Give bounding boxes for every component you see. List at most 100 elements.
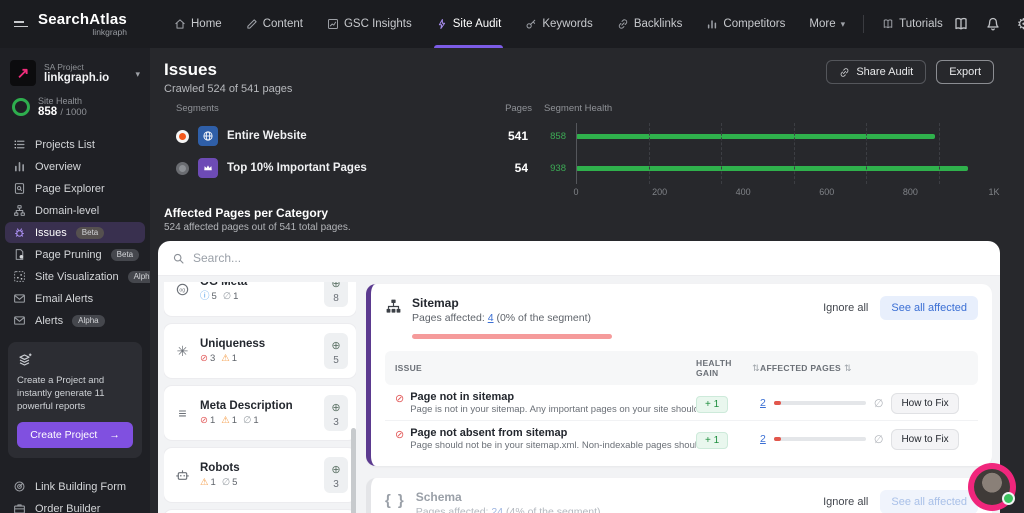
hidden-eye-icon (223, 292, 231, 302)
book-icon (883, 19, 893, 29)
project-name: linkgraph.io (44, 72, 110, 84)
see-all-affected-button[interactable]: See all affected (880, 296, 978, 320)
how-to-fix-button[interactable]: How to Fix (891, 428, 959, 450)
radio-unselected[interactable] (176, 161, 189, 175)
category-card-og-meta[interactable]: og OG Meta 5 1 8 (164, 282, 356, 316)
category-card-meta-description[interactable]: ≡ Meta Description 1 1 1 3 (164, 386, 356, 440)
health-bar (576, 165, 969, 171)
export-button[interactable]: Export (936, 60, 994, 84)
hidden-eye-icon (222, 478, 230, 488)
sort-icon[interactable] (844, 363, 852, 374)
nav-keywords[interactable]: Keywords (515, 0, 603, 48)
briefcase-icon (14, 504, 25, 513)
health-gain-badge: + 1 (696, 431, 729, 449)
sidebar-item-alerts[interactable]: Alerts Alpha (5, 310, 145, 331)
brand-area: SearchAtlas linkgraph (0, 11, 150, 37)
key-icon (526, 19, 536, 29)
nav-backlinks[interactable]: Backlinks (607, 0, 693, 48)
blocked-icon (395, 428, 404, 451)
ignore-all-button[interactable]: Ignore all (823, 302, 868, 314)
sidebar-item-overview[interactable]: Overview (5, 156, 145, 177)
nav-more[interactable]: More (799, 0, 855, 48)
hamburger-menu-icon[interactable] (14, 21, 28, 27)
nav-tutorials[interactable]: Tutorials (872, 0, 953, 48)
arrow-right-icon: → (109, 429, 120, 442)
link-icon (618, 19, 627, 29)
segment-row-top-10-percent[interactable]: Top 10% Important Pages (176, 152, 476, 184)
info-icon (200, 292, 210, 302)
project-label: SA Project (44, 62, 84, 72)
sort-icon[interactable] (752, 363, 760, 374)
sidebar-item-email-alerts[interactable]: Email Alerts (5, 288, 145, 309)
nav-competitors[interactable]: Competitors (696, 0, 795, 48)
segment-row-entire-website[interactable]: Entire Website (176, 120, 476, 152)
brand-logo[interactable]: SearchAtlas linkgraph (38, 11, 127, 37)
ignore-all-button[interactable]: Ignore all (823, 496, 868, 508)
hide-issue-icon[interactable] (874, 397, 884, 410)
how-to-fix-button[interactable]: How to Fix (891, 392, 959, 414)
category-count-badge[interactable]: 3 (324, 457, 348, 493)
segment-pages-value: 54 (514, 161, 528, 175)
page-prune-icon (15, 249, 24, 260)
sidebar-item-page-explorer[interactable]: Page Explorer (5, 178, 145, 199)
list-icon (14, 140, 25, 149)
nav-content[interactable]: Content (236, 0, 313, 48)
issue-row-page-not-absent-from-sitemap: Page not absent from sitemap Page should… (385, 421, 978, 456)
brand-name: SearchAtlas (38, 11, 127, 28)
sidebar-menu: Projects List Overview Page Explorer Dom… (0, 134, 150, 332)
expand-plus-icon (331, 398, 340, 416)
sidebar-item-projects-list[interactable]: Projects List (5, 134, 145, 155)
layers-plus-icon (19, 353, 32, 366)
beta-badge: Beta (75, 226, 105, 239)
sidebar-item-link-building-form[interactable]: Link Building Form (5, 476, 145, 497)
blocked-icon (200, 416, 208, 426)
create-project-button[interactable]: Create Project → (17, 422, 133, 449)
category-scrollbar[interactable] (351, 428, 356, 513)
settings-gear-icon[interactable]: ⚙ (1017, 17, 1024, 32)
sidebar-item-domain-level[interactable]: Domain-level (5, 200, 145, 221)
site-health-ring-icon (12, 98, 30, 116)
category-card-robots[interactable]: Robots 1 5 3 (164, 448, 356, 502)
sidebar: ↗ SA Project linkgraph.io Site Health 85… (0, 48, 150, 513)
sidebar-item-site-visualization[interactable]: Site Visualization Alpha (5, 266, 150, 287)
search-input[interactable] (193, 251, 986, 265)
bug-icon (15, 228, 24, 237)
site-health-value: 858 (38, 106, 58, 118)
sidebar-footer-menu: Link Building Form Order Builder $ Prici… (0, 476, 150, 513)
alpha-badge: Alpha (72, 314, 105, 327)
uniqueness-icon: ✳ (176, 343, 189, 359)
nav-gsc-insights[interactable]: GSC Insights (317, 0, 422, 48)
create-project-promo: Create a Project and instantly generate … (8, 342, 142, 459)
sidebar-item-issues[interactable]: Issues Beta (5, 222, 145, 243)
sitemap-issue-card: Sitemap Pages affected: 4 (0% of the seg… (366, 284, 992, 467)
category-count-badge[interactable]: 3 (324, 395, 348, 431)
affected-count-link[interactable]: 24 (491, 506, 503, 513)
share-audit-button[interactable]: Share Audit (826, 60, 927, 84)
notifications-bell-icon[interactable] (985, 16, 1001, 32)
expand-plus-icon (331, 336, 340, 354)
schema-braces-icon: { } (385, 492, 406, 510)
search-bar (158, 241, 1000, 276)
alpha-badge: Alpha (127, 270, 150, 283)
sidebar-item-order-builder[interactable]: Order Builder (5, 498, 145, 513)
category-count-badge[interactable]: 5 (324, 333, 348, 369)
category-card-uniqueness[interactable]: ✳ Uniqueness 3 1 5 (164, 324, 356, 378)
affected-count-link[interactable]: 4 (488, 312, 494, 324)
radio-selected[interactable] (176, 129, 189, 143)
see-all-affected-button[interactable]: See all affected (880, 490, 978, 513)
warning-icon (221, 354, 230, 364)
affected-pages-link[interactable]: 2 (760, 397, 766, 409)
affected-pages-link[interactable]: 2 (760, 433, 766, 445)
main-nav: Home Content GSC Insights Site Audit Key… (164, 0, 953, 48)
chat-widget[interactable] (968, 463, 1016, 511)
category-count-badge[interactable]: 8 (324, 282, 348, 307)
project-selector[interactable]: ↗ SA Project linkgraph.io (0, 48, 150, 90)
docs-book-icon[interactable] (953, 16, 969, 32)
site-health: Site Health 858 / 1000 (0, 90, 150, 126)
nav-site-audit[interactable]: Site Audit (426, 0, 512, 48)
nav-home[interactable]: Home (164, 0, 232, 48)
sidebar-item-page-pruning[interactable]: Page Pruning Beta (5, 244, 145, 265)
online-status-dot (1002, 492, 1015, 505)
topbar-actions: ⚙ MB (953, 10, 1024, 38)
hide-issue-icon[interactable] (874, 433, 884, 446)
